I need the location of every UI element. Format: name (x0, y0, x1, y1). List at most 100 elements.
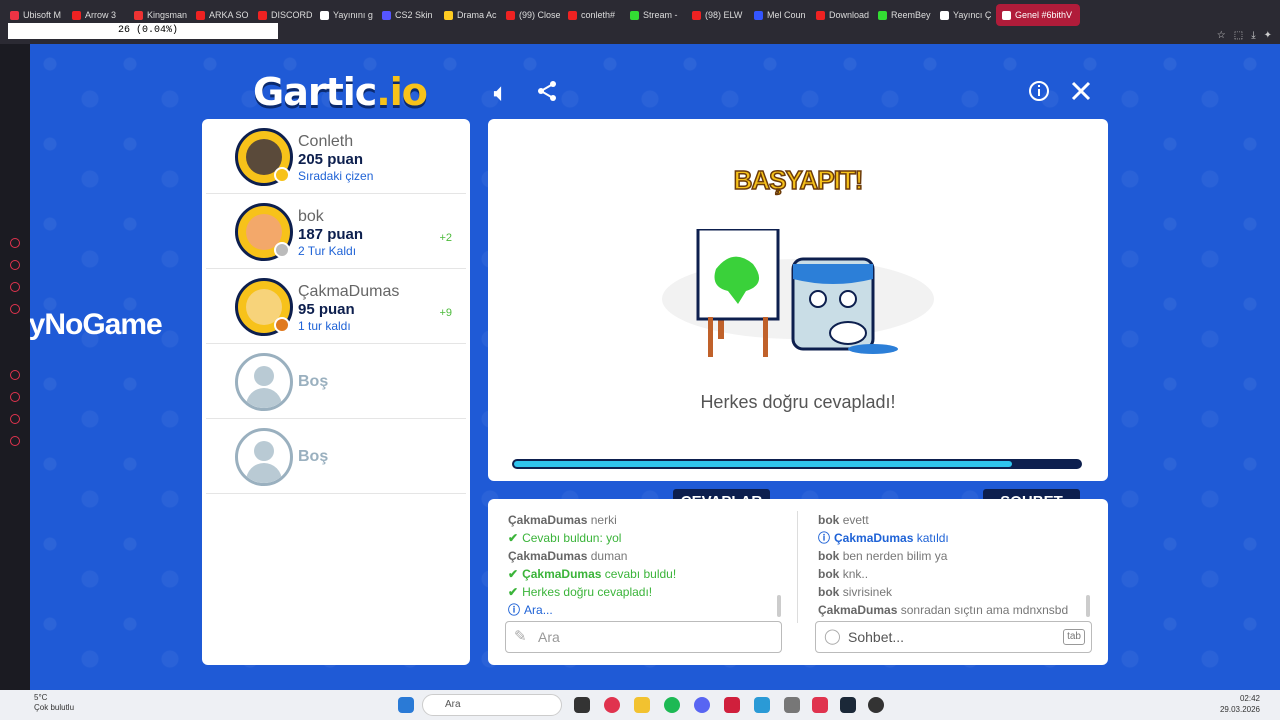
tab-key-hint: tab (1063, 629, 1085, 645)
sidebar-icon-1[interactable] (10, 238, 20, 248)
check-icon: ✔ (508, 531, 519, 545)
empty-slot-label: Boş (298, 448, 329, 465)
browser-tab[interactable]: CS2 Skin (376, 4, 436, 26)
tab-favicon-icon (1002, 10, 1011, 20)
app-icon-blue[interactable] (754, 697, 770, 713)
tab-favicon-icon (444, 10, 453, 20)
discord-icon[interactable] (694, 697, 710, 713)
tab-label: CS2 Skin (395, 10, 433, 20)
chat-panel: ÇakmaDumas nerki ✔ Cevabı buldun: yol Çakma… (488, 499, 1108, 665)
message-text: knk.. (842, 567, 869, 581)
browser-tab[interactable]: ReemBey (872, 4, 932, 26)
chat-input[interactable]: ◯ Sohbet... tab (815, 621, 1092, 653)
browser-tab[interactable]: (99) Close (500, 4, 560, 26)
start-icon[interactable] (398, 697, 414, 713)
tab-label: ARKA SO (209, 10, 249, 20)
sidebar-icon-3[interactable] (10, 282, 20, 292)
steam-icon[interactable] (840, 697, 856, 713)
chat-log[interactable]: bok evett ⓘ ÇakmaDumas katıldı bok ben nerd… (818, 511, 1098, 621)
taskbar-search[interactable]: Ara (422, 694, 562, 716)
empty-avatar-icon (235, 428, 293, 486)
message-text: Cevabı buldun: yol (522, 531, 622, 545)
empty-slot-label: Boş (298, 373, 329, 390)
browser-tab[interactable]: Genel #6bithV (996, 4, 1080, 26)
browser-tab[interactable]: Yayıncı Ç (934, 4, 994, 26)
settings-icon[interactable] (784, 697, 800, 713)
player-row[interactable]: bok 187 puan 2 Tur Kaldı +2 (206, 194, 466, 269)
progress-fill (514, 461, 1013, 467)
tab-favicon-icon (134, 10, 143, 20)
browser-tab[interactable]: conleth# (562, 4, 622, 26)
chat-message: bok knk.. (818, 565, 1098, 583)
player-row[interactable]: ÇakmaDumas 95 puan 1 tur kaldı +9 (206, 269, 466, 344)
check-icon: ✔ (508, 567, 519, 581)
bookmark-icon[interactable]: ☆ (1217, 30, 1226, 41)
extensions-icon[interactable]: ⬚ (1234, 30, 1243, 41)
chat-bubble-icon: ◯ (824, 628, 841, 645)
taskbar-clock[interactable]: 02:42 29.03.2026 (1220, 693, 1260, 715)
tab-favicon-icon (940, 10, 949, 20)
tab-label: (99) Close (519, 10, 560, 20)
tab-favicon-icon (816, 10, 825, 20)
message-text: Herkes doğru cevapladı! (522, 585, 653, 599)
opera-gx-icon[interactable] (604, 697, 620, 713)
sidebar-icon-8[interactable] (10, 436, 20, 446)
sound-icon[interactable]: 🔈︎ (494, 80, 507, 106)
windows-taskbar: 5°C Çok bulutlu Ara 02:42 29.03.2026 (0, 690, 1280, 720)
chat-message: ÇakmaDumas duman (508, 547, 788, 565)
message-text: ben nerden bilim ya (842, 549, 948, 563)
answer-input[interactable]: ✎ Ara (505, 621, 782, 653)
obs-icon[interactable] (868, 697, 884, 713)
browser-tab[interactable]: Download (810, 4, 870, 26)
task-view-icon[interactable] (574, 697, 590, 713)
browser-toolbar-icons: ☆ ⬚ ⤓ ✦ (1217, 30, 1272, 41)
tab-label: Arrow 3 (85, 10, 117, 20)
player-status-dot (274, 167, 290, 183)
browser-tab[interactable]: (98) ELW (686, 4, 746, 26)
answers-scrollbar[interactable] (777, 595, 781, 617)
chat-message: bok ben nerden bilim ya (818, 547, 1098, 565)
tab-label: ReemBey (891, 10, 931, 20)
sidebar-icon-5[interactable] (10, 370, 20, 380)
chat-message: ÇakmaDumas sonradan sıçtın ama mdnxnsbd (818, 601, 1098, 619)
taskbar-search-label: Ara (445, 699, 461, 710)
download-icon[interactable]: ⤓ (1251, 30, 1255, 41)
tab-label: Mel Coun (767, 10, 806, 20)
sidebar-icon-4[interactable] (10, 304, 20, 314)
tab-label: Ubisoft M (23, 10, 62, 20)
browser-tab[interactable]: Mel Coun (748, 4, 808, 26)
browser-tab[interactable]: Drama Ac (438, 4, 498, 26)
weather-temp: 5°C (34, 693, 48, 702)
chat-divider (797, 511, 798, 623)
sidebar-icon-6[interactable] (10, 392, 20, 402)
browser-tab[interactable]: Yayınını g (314, 4, 374, 26)
spotify-icon[interactable] (664, 697, 680, 713)
tab-favicon-icon (506, 10, 515, 20)
app-icon-red[interactable] (724, 697, 740, 713)
player-row[interactable]: Conleth 205 puan Sıradaki çizen (206, 119, 466, 194)
sidebar-icon-2[interactable] (10, 260, 20, 270)
empty-player-slot: Boş (206, 419, 466, 494)
info-small-icon: ⓘ (818, 531, 831, 545)
tab-favicon-icon (258, 10, 267, 20)
message-user: ÇakmaDumas (834, 531, 914, 545)
player-points: 187 puan (298, 226, 364, 243)
tab-label: Yayıncı Ç (953, 10, 992, 20)
info-icon[interactable] (1028, 80, 1050, 108)
chat-scrollbar[interactable] (1086, 595, 1090, 617)
player-status: 1 tur kaldı (298, 319, 351, 333)
share-icon[interactable] (536, 80, 558, 108)
gartic-game-area: Gartic.io 🔈︎ ByNoGame Conleth205 puanSır… (30, 44, 1280, 690)
ai-icon[interactable]: ✦ (1264, 30, 1272, 41)
weather-widget[interactable]: 5°C Çok bulutlu (34, 693, 74, 713)
file-explorer-icon[interactable] (634, 697, 650, 713)
app-icon-bolt[interactable] (812, 697, 828, 713)
message-text: sivrisinek (842, 585, 893, 599)
player-status-dot (274, 317, 290, 333)
close-icon[interactable] (1070, 80, 1092, 108)
sidebar-icon-7[interactable] (10, 414, 20, 424)
browser-tab[interactable]: Stream - (624, 4, 684, 26)
answers-log[interactable]: ÇakmaDumas nerki ✔ Cevabı buldun: yol Çakma… (508, 511, 788, 621)
message-user: ÇakmaDumas (818, 603, 898, 617)
message-user: bok (818, 513, 840, 527)
